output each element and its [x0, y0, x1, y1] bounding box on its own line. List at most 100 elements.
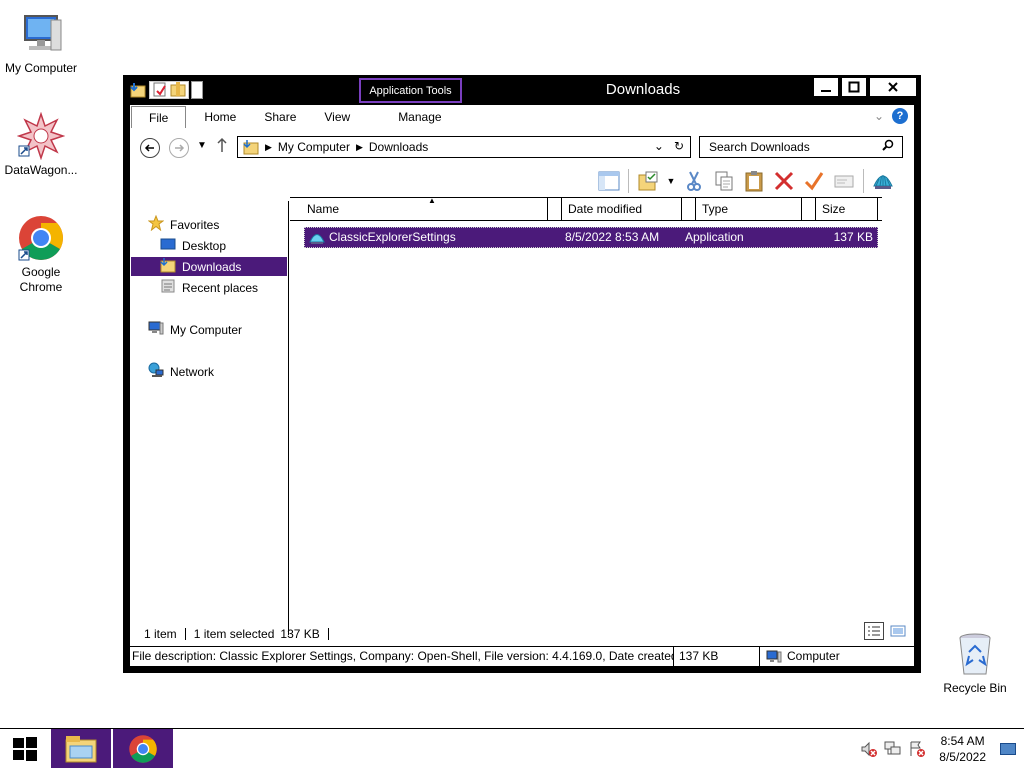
action-center-icon[interactable]: [908, 740, 926, 758]
desktop-icon-google-chrome[interactable]: Google Chrome: [0, 214, 82, 295]
forward-button[interactable]: [169, 138, 189, 158]
nav-desktop[interactable]: Desktop: [160, 236, 226, 255]
details-view-icon[interactable]: [864, 622, 884, 640]
nav-network[interactable]: Network: [148, 362, 214, 381]
ribbon-controls: ⌄ ?: [874, 108, 908, 124]
tab-home[interactable]: Home: [186, 106, 250, 128]
toolbar-separator: [628, 169, 629, 193]
column-separator: [548, 198, 562, 220]
customize-qat-icon[interactable]: ▾: [191, 81, 203, 99]
column-label: Name: [307, 202, 340, 216]
file-type: Application: [685, 230, 744, 244]
search-input[interactable]: Search Downloads: [699, 136, 903, 158]
volume-muted-icon[interactable]: [860, 740, 878, 758]
large-icons-view-icon[interactable]: [888, 622, 908, 640]
column-separator: [802, 198, 816, 220]
new-folder-icon[interactable]: [170, 81, 186, 100]
column-header-size[interactable]: Size: [816, 198, 878, 220]
nav-label: Downloads: [182, 259, 242, 274]
nav-label: Recent places: [182, 280, 259, 295]
desktop-icon: [160, 236, 176, 255]
properties-icon[interactable]: [152, 81, 168, 100]
file-description: File description: Classic Explorer Setti…: [130, 647, 674, 666]
breadcrumb-my-computer[interactable]: My Computer: [278, 140, 350, 154]
taskbar: 8:54 AM 8/5/2022: [0, 728, 1024, 768]
desktop-icon-recycle-bin[interactable]: Recycle Bin: [934, 630, 1016, 696]
view-buttons: [864, 622, 908, 640]
recent-locations-icon[interactable]: ▼: [197, 140, 207, 151]
nav-downloads[interactable]: Downloads: [131, 257, 287, 276]
nav-recent-places[interactable]: Recent places: [160, 278, 258, 297]
close-button[interactable]: [869, 77, 917, 97]
pane-splitter[interactable]: [288, 201, 289, 635]
chrome-icon: [17, 214, 65, 262]
address-bar[interactable]: ▶ My Computer ▶ Downloads ⌄ ↻: [237, 136, 691, 158]
copy-icon[interactable]: [711, 168, 737, 194]
tab-view[interactable]: View: [310, 106, 364, 128]
window-title: Downloads: [605, 81, 681, 98]
tab-file[interactable]: File: [131, 106, 187, 128]
desktop-icon-label: DataWagon...: [4, 163, 78, 177]
taskbar-google-chrome[interactable]: [113, 729, 173, 768]
column-label: Type: [702, 202, 729, 216]
nav-my-computer[interactable]: My Computer: [148, 320, 242, 339]
address-dropdown-icon[interactable]: ⌄: [654, 139, 664, 153]
expand-ribbon-icon[interactable]: ⌄: [874, 109, 884, 123]
folder-icon: [243, 139, 259, 155]
minimize-button[interactable]: [813, 77, 839, 97]
properties-check-icon[interactable]: [801, 168, 827, 194]
column-header-date-modified[interactable]: Date modified: [562, 198, 682, 220]
column-header-type[interactable]: Type: [696, 198, 802, 220]
folder-options-icon[interactable]: [635, 168, 661, 194]
email-icon[interactable]: [831, 168, 857, 194]
desktop-icon-datawagon[interactable]: DataWagon...: [0, 111, 82, 178]
tab-manage[interactable]: Manage: [364, 106, 455, 128]
nav-favorites[interactable]: Favorites: [147, 214, 220, 234]
clock[interactable]: 8:54 AM 8/5/2022: [939, 733, 986, 765]
file-explorer-icon: [65, 735, 97, 762]
delete-icon[interactable]: [771, 168, 797, 194]
up-arrow-icon[interactable]: [216, 137, 228, 156]
status-location: Computer: [760, 647, 910, 666]
window-controls: [813, 77, 917, 97]
breadcrumb-downloads[interactable]: Downloads: [369, 140, 428, 154]
chevron-right-icon[interactable]: ▶: [265, 142, 272, 153]
help-icon[interactable]: ?: [892, 108, 908, 124]
back-button[interactable]: [140, 138, 160, 158]
downloads-folder-icon: [160, 257, 176, 276]
show-desktop-icon[interactable]: [1000, 742, 1016, 755]
cut-icon[interactable]: [681, 168, 707, 194]
selected-size: 137 KB: [280, 627, 320, 641]
dropdown-arrow-icon[interactable]: ▼: [665, 168, 677, 194]
search-icon[interactable]: [882, 139, 894, 154]
refresh-icon[interactable]: ↻: [674, 139, 684, 153]
folder-down-icon[interactable]: [129, 81, 147, 99]
status-size: 137 KB: [674, 647, 760, 666]
column-header-name[interactable]: ▲ Name: [290, 196, 548, 220]
paste-icon[interactable]: [741, 168, 767, 194]
forward-arrow-icon: [175, 144, 185, 152]
location-label: Computer: [787, 649, 840, 663]
taskbar-file-explorer[interactable]: [51, 729, 111, 768]
navigation-pane: Favorites Desktop Downloads Recent place…: [130, 201, 288, 621]
datawagon-icon: [16, 111, 66, 161]
navigation-pane-icon[interactable]: [596, 168, 622, 194]
desktop-icon-my-computer[interactable]: My Computer: [0, 10, 82, 76]
chevron-right-icon[interactable]: ▶: [356, 142, 363, 153]
network-status-icon[interactable]: [884, 740, 902, 758]
nav-label: Favorites: [170, 217, 220, 232]
column-label: Size: [822, 202, 846, 216]
application-shell-icon: [309, 230, 325, 246]
ribbon-tabs: File Home Share View Manage ⌄ ?: [130, 105, 914, 129]
start-button[interactable]: [0, 729, 50, 768]
system-tray: 8:54 AM 8/5/2022: [857, 729, 1024, 768]
title-bar[interactable]: ▾ Application Tools Downloads: [123, 75, 921, 105]
file-row[interactable]: ClassicExplorerSettings 8/5/2022 8:53 AM…: [304, 227, 878, 248]
computer-icon: [766, 650, 782, 664]
maximize-button[interactable]: [841, 77, 867, 97]
settings-shell-icon[interactable]: [870, 168, 896, 194]
tab-share[interactable]: Share: [250, 106, 310, 128]
contextual-tab-application-tools[interactable]: Application Tools: [359, 78, 462, 103]
computer-icon: [17, 10, 65, 58]
file-date: 8/5/2022 8:53 AM: [565, 230, 660, 244]
